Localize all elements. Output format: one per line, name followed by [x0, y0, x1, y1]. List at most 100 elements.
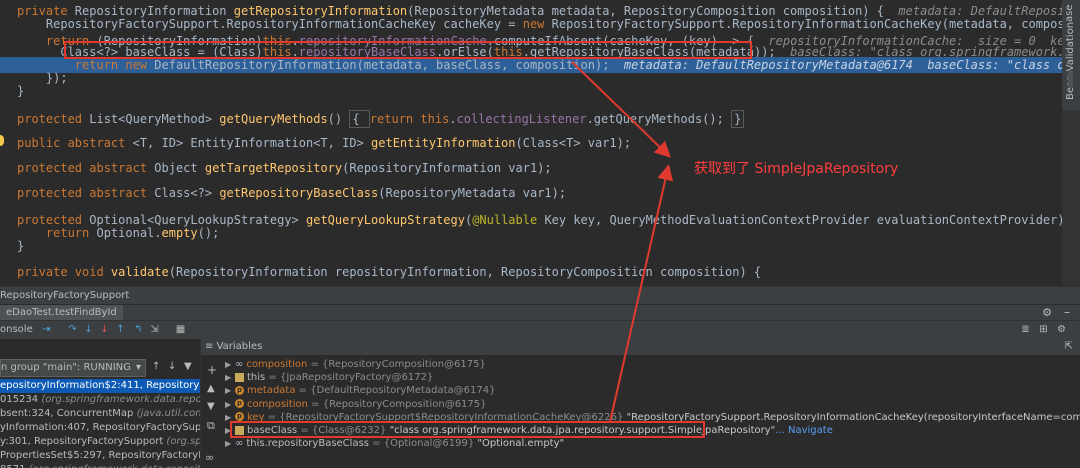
code-token: return [45, 226, 97, 240]
evaluate-expression-icon[interactable]: ▦ [174, 323, 187, 336]
variable-type: = {RepositoryComposition@6175} [307, 359, 486, 370]
variable-value: "class org.springframework.data.jpa.repo… [389, 425, 776, 436]
drop-frame-icon[interactable]: ↰ [132, 323, 145, 336]
force-step-into-icon[interactable]: ↓ [98, 323, 111, 336]
copy-icon[interactable]: ⧉ [207, 419, 215, 433]
code-token: }); [45, 71, 68, 85]
menu-icon[interactable]: ≡ [205, 341, 213, 352]
frame-class: (org.springf [166, 436, 200, 447]
filter-icon[interactable]: ▼ [184, 361, 192, 372]
expand-icon[interactable]: ▶ [225, 437, 235, 450]
code-token: .getQueryMethods(); [586, 112, 732, 126]
code-line[interactable]: return new DefaultRepositoryInformation(… [0, 57, 1062, 73]
code-token: Optional. [96, 226, 162, 240]
code-line[interactable]: public abstract <T, ID> EntityInformatio… [0, 135, 631, 151]
expand-icon[interactable]: ▶ [225, 358, 235, 371]
right-tool-strip[interactable]: ase Bean Validation [1062, 0, 1080, 110]
expand-icon[interactable]: ▶ [225, 398, 235, 411]
stack-frame[interactable]: 8571 (org.springframework.data.repositor [0, 463, 200, 468]
code-line[interactable]: RepositoryFactorySupport.RepositoryInfor… [0, 16, 1062, 32]
field-icon [235, 372, 244, 382]
variable-name: key [247, 411, 265, 423]
code-token: { [349, 110, 370, 128]
frames-panel: n group "main": RUNNING ▾ ↑ ↓ ▼ epositor… [0, 339, 200, 468]
variable-row[interactable]: ▶ p composition = {RepositoryComposition@6… [225, 398, 487, 411]
up-arrow-icon[interactable]: ↑ [152, 361, 160, 372]
stack-frame[interactable]: yInformation:407, RepositoryFactorySuppo… [0, 421, 200, 435]
code-token: (Class<T> var1); [515, 136, 632, 150]
variable-row[interactable]: ▶ p key = {RepositoryFactorySupport$Reposi… [225, 411, 1080, 424]
code-line[interactable]: protected List<QueryMethod> getQueryMeth… [0, 110, 745, 128]
stack-frame[interactable]: epositoryInformation$2:411, RepositoryFa… [0, 379, 200, 393]
pin-icon[interactable]: ⇱ [1065, 339, 1073, 355]
code-token: (); [197, 226, 220, 240]
up-arrow-icon[interactable]: ▲ [207, 383, 215, 394]
step-into-icon[interactable]: ↓ [82, 323, 95, 336]
code-token: public abstract [17, 136, 133, 150]
code-token: return [369, 112, 421, 126]
code-token: List<QueryMethod> [89, 112, 220, 126]
scrollbar-thumb[interactable] [1068, 70, 1073, 88]
variable-type: = {DefaultRepositoryMetadata@6174} [295, 385, 496, 397]
bean-validation-tab[interactable]: Bean Validation [1065, 22, 1076, 100]
chevron-down-icon[interactable]: ▾ [136, 360, 141, 376]
step-out-icon[interactable]: ↑ [114, 323, 127, 336]
minimize-icon[interactable]: – [1064, 304, 1070, 320]
code-token: getTargetRepository [204, 161, 343, 175]
code-token: getRepositoryBaseClass [219, 186, 379, 200]
code-token: getQueryLookupStrategy [306, 213, 465, 227]
variable-row[interactable]: ▶ baseClass = {Class@6232} "class org.spr… [225, 424, 833, 437]
tab-debug-session[interactable]: eDaoTest.testFindById [0, 305, 123, 321]
variable-name: composition [247, 398, 308, 410]
expand-icon[interactable]: ▶ [225, 411, 235, 424]
variable-link[interactable]: ... Navigate [775, 425, 833, 436]
restore-layout-icon[interactable]: ⊞ [1037, 323, 1050, 336]
layout-icon[interactable]: ≣ [1019, 323, 1032, 336]
code-token: this [420, 112, 450, 126]
editor-scrollbar[interactable] [1062, 70, 1080, 286]
code-token: validate [110, 265, 169, 279]
stack-frame[interactable]: 015234 (org.springframework.data.reposit… [0, 393, 200, 407]
code-editor[interactable]: private RepositoryInformation getReposit… [0, 0, 1062, 286]
stack-frame[interactable]: PropertiesSet$5:297, RepositoryFactoryBe… [0, 449, 200, 463]
expand-icon[interactable]: ▶ [225, 371, 235, 384]
code-line[interactable]: private void validate(RepositoryInformat… [0, 264, 761, 280]
code-token: } [17, 239, 25, 253]
thread-selector[interactable]: n group "main": RUNNING ▾ [0, 359, 146, 377]
code-line[interactable]: } [0, 83, 24, 99]
stack-frame[interactable]: y:301, RepositoryFactorySupport (org.spr… [0, 435, 200, 449]
stack-frame[interactable]: bsent:324, ConcurrentMap (java.util.conc… [0, 407, 200, 421]
code-token: (RepositoryInformation var1); [342, 161, 552, 175]
code-line[interactable]: } [0, 238, 24, 254]
variable-row[interactable]: ▶ ∞ this.repositoryBaseClass = {Optional@6… [225, 437, 564, 450]
step-over-icon[interactable]: ↷ [66, 323, 79, 336]
code-line[interactable]: return Optional.empty(); [0, 225, 219, 241]
frame-method: PropertiesSet$5:297, RepositoryFactoryBe… [0, 450, 200, 461]
code-line[interactable]: protected abstract Class<?> getRepositor… [0, 185, 566, 201]
frame-method: yInformation:407, RepositoryFactorySuppo… [0, 422, 200, 433]
side-tab-top-label[interactable]: ase [1064, 5, 1075, 23]
expand-icon[interactable]: ▶ [225, 424, 235, 437]
code-token: return new [74, 58, 155, 72]
code-token: (RepositoryInformation repositoryInforma… [168, 265, 762, 279]
settings-icon[interactable]: ⚙ [1055, 323, 1068, 336]
run-to-cursor-icon[interactable]: ⇲ [148, 323, 161, 336]
breadcrumb-class[interactable]: RepositoryFactorySupport [0, 290, 129, 301]
variable-row[interactable]: ▶ p metadata = {DefaultRepositoryMetadata@… [225, 384, 495, 397]
expand-icon[interactable]: ▶ [225, 384, 235, 397]
code-line[interactable]: protected abstract Object getTargetRepos… [0, 160, 552, 176]
variable-row[interactable]: ▶ this = {JpaRepositoryFactory@6172} [225, 371, 433, 384]
show-execution-point-icon[interactable]: ⇥ [40, 323, 53, 336]
down-arrow-icon[interactable]: ↓ [168, 361, 176, 372]
frame-method: epositoryInformation$2:411, RepositoryFa… [0, 380, 200, 391]
down-arrow-icon[interactable]: ▼ [207, 401, 215, 412]
add-watch-icon[interactable]: + [207, 363, 217, 377]
watches-icon[interactable]: ∞ [205, 451, 214, 464]
variables-header: ≡ Variables ⇱ [201, 339, 1080, 355]
code-token: } [17, 84, 25, 98]
gear-icon[interactable]: ⚙ [1042, 305, 1052, 321]
variable-row[interactable]: ▶ ∞ composition = {RepositoryComposition@6… [225, 358, 486, 371]
code-token: Object [154, 161, 205, 175]
console-tab[interactable]: onsole [0, 321, 33, 339]
